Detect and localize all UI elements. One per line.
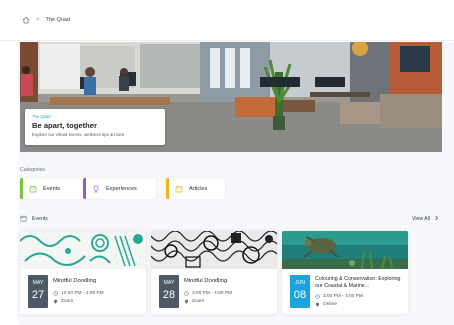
category-accent [83, 178, 86, 199]
categories-label: Categories [20, 167, 46, 173]
event-time: 3:00 PM - 4:00 PM [184, 291, 232, 296]
top-bar: > The Quad [0, 0, 454, 42]
hero-subtitle: Explore our virtual events, wellness tip… [32, 132, 125, 137]
event-card[interactable]: JUN 08 Colouring & Conservation: Explori… [282, 231, 408, 314]
hero-banner: The Quad Be apart, together Explore our … [20, 42, 442, 152]
event-month: MAY [163, 280, 175, 286]
clock-icon [53, 291, 58, 296]
event-month: MAY [32, 280, 44, 286]
event-time: 3:00 PM - 4:00 PM [315, 294, 363, 299]
calendar-icon [175, 185, 183, 193]
event-day: 27 [31, 289, 45, 301]
event-card[interactable]: MAY 28 Mindful Doodling 3:00 PM - 4:00 P… [151, 231, 277, 314]
event-location: Online [315, 302, 337, 307]
clock-icon [315, 294, 320, 299]
event-time-text: 3:00 PM - 4:00 PM [192, 291, 232, 296]
home-icon[interactable] [22, 16, 30, 24]
view-all-link[interactable]: View All [412, 215, 439, 223]
event-location-text: Zoom [192, 299, 205, 304]
chevron-right-icon [434, 215, 439, 223]
breadcrumb-separator: > [36, 17, 40, 23]
header-divider [0, 40, 454, 41]
event-day: 08 [293, 289, 307, 301]
event-title: Mindful Doodling [184, 278, 228, 284]
event-image [151, 231, 277, 269]
calendar-icon [29, 185, 37, 193]
breadcrumb-current[interactable]: The Quad [46, 17, 70, 23]
events-header: Events [20, 215, 48, 222]
location-pin-icon [53, 299, 58, 304]
category-label: Articles [189, 185, 208, 192]
category-accent [20, 178, 23, 199]
event-location: Zoom [53, 299, 73, 304]
event-date-badge: JUN 08 [290, 275, 310, 308]
view-all-label: View All [412, 216, 431, 222]
event-location: Zoom [184, 299, 204, 304]
category-events[interactable]: Events [20, 178, 84, 199]
event-day: 28 [162, 289, 176, 301]
event-image [282, 231, 408, 269]
hero-title: Be apart, together [32, 121, 97, 130]
category-label: Events [43, 185, 61, 192]
lightbulb-icon [92, 185, 100, 193]
location-pin-icon [184, 299, 189, 304]
event-location-text: Online [323, 302, 337, 307]
location-pin-icon [315, 302, 320, 307]
event-time: 12:00 PM - 1:00 PM [53, 291, 104, 296]
hero-eyebrow: The Quad [32, 114, 51, 119]
category-articles[interactable]: Articles [166, 178, 225, 199]
event-month: JUN [294, 280, 306, 286]
category-label: Experiences [106, 185, 137, 192]
category-accent [166, 178, 169, 199]
event-time-text: 12:00 PM - 1:00 PM [61, 291, 104, 296]
breadcrumb: > The Quad [22, 16, 70, 24]
main-content: The Quad Be apart, together Explore our … [18, 42, 454, 325]
event-date-badge: MAY 27 [28, 275, 48, 308]
events-label: Events [32, 215, 48, 222]
hero-card: The Quad Be apart, together Explore our … [25, 109, 165, 145]
event-title: Colouring & Conservation: Exploring our … [315, 276, 401, 289]
category-experiences[interactable]: Experiences [83, 178, 156, 199]
event-card[interactable]: MAY 27 Mindful Doodling 12:00 PM - 1:00 … [20, 231, 146, 314]
event-image [20, 231, 146, 269]
event-location-text: Zoom [61, 299, 74, 304]
event-time-text: 3:00 PM - 4:00 PM [323, 294, 363, 299]
clock-icon [184, 291, 189, 296]
event-date-badge: MAY 28 [159, 275, 179, 308]
event-title: Mindful Doodling [53, 278, 97, 284]
calendar-icon [20, 215, 27, 222]
